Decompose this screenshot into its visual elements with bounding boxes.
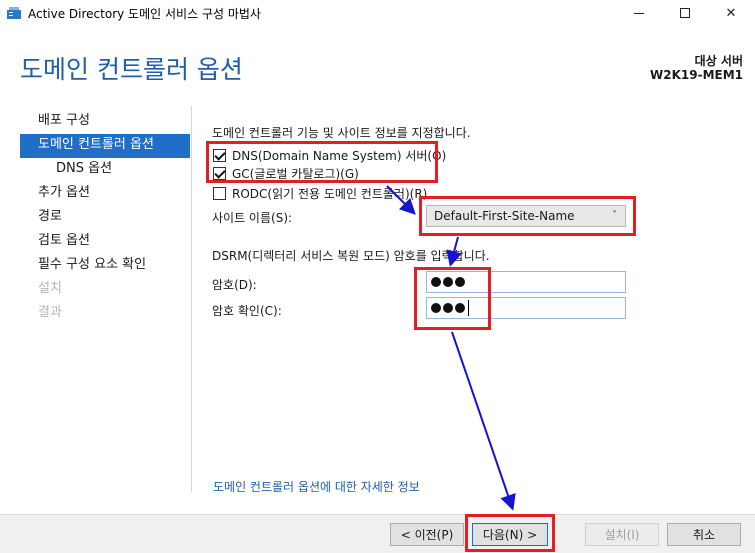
target-server-name: W2K19-MEM1 [650,68,743,82]
nav-item-review-options[interactable]: 검토 옵션 [20,230,190,254]
annotation-box-checkboxes [206,141,438,183]
nav-item-results: 결과 [38,305,62,320]
install-button: 설치(I) [585,523,659,546]
annotation-box-next [465,514,555,552]
confirm-password-label: 암호 확인(C): [212,304,282,318]
maximize-icon [680,8,690,18]
target-server-label: 대상 서버 [694,54,743,68]
nav-item-installation: 설치 [38,281,62,296]
nav-item-dc-options[interactable]: 도메인 컨트롤러 옵션 [20,134,190,158]
minimize-icon [634,12,644,14]
rodc-checkbox-row[interactable]: RODC(읽기 전용 도메인 컨트롤러)(R) [213,185,427,202]
nav-divider [191,106,192,492]
dc-options-help-link[interactable]: 도메인 컨트롤러 옵션에 대한 자세한 정보 [213,478,420,495]
page-title: 도메인 컨트롤러 옵션 [20,55,243,84]
rodc-label: RODC(읽기 전용 도메인 컨트롤러)(R) [232,187,428,201]
password-label: 암호(D): [212,278,257,292]
nav-item-additional-options[interactable]: 추가 옵션 [20,182,190,206]
nav-item-paths[interactable]: 경로 [20,206,190,230]
server-manager-icon [7,7,21,19]
site-name-label: 사이트 이름(S): [212,211,293,225]
dsrm-intro: DSRM(디렉터리 서비스 복원 모드) 암호를 입력합니다. [212,249,490,263]
cancel-button[interactable]: 취소 [667,523,741,546]
annotation-box-passwords [414,267,491,330]
close-icon: ✕ [725,5,737,21]
title-bar: Active Directory 도메인 서비스 구성 마법사 ✕ [0,0,755,26]
nav-item-dns-options[interactable]: DNS 옵션 [20,158,190,182]
minimize-button[interactable] [616,0,662,26]
nav-item-deployment-config[interactable]: 배포 구성 [20,110,190,134]
annotation-arrow [451,331,516,511]
nav-item-prereq-check[interactable]: 필수 구성 요소 확인 [20,254,190,278]
previous-button[interactable]: < 이전(P) [390,523,464,546]
window-title: Active Directory 도메인 서비스 구성 마법사 [28,7,261,21]
close-button[interactable]: ✕ [708,0,754,26]
maximize-button[interactable] [662,0,708,26]
rodc-checkbox[interactable] [213,187,226,200]
wizard-nav: 배포 구성 도메인 컨트롤러 옵션 DNS 옵션 추가 옵션 경로 검토 옵션 … [20,110,190,326]
annotation-box-site [419,196,636,236]
dc-options-intro: 도메인 컨트롤러 기능 및 사이트 정보를 지정합니다. [212,126,471,140]
